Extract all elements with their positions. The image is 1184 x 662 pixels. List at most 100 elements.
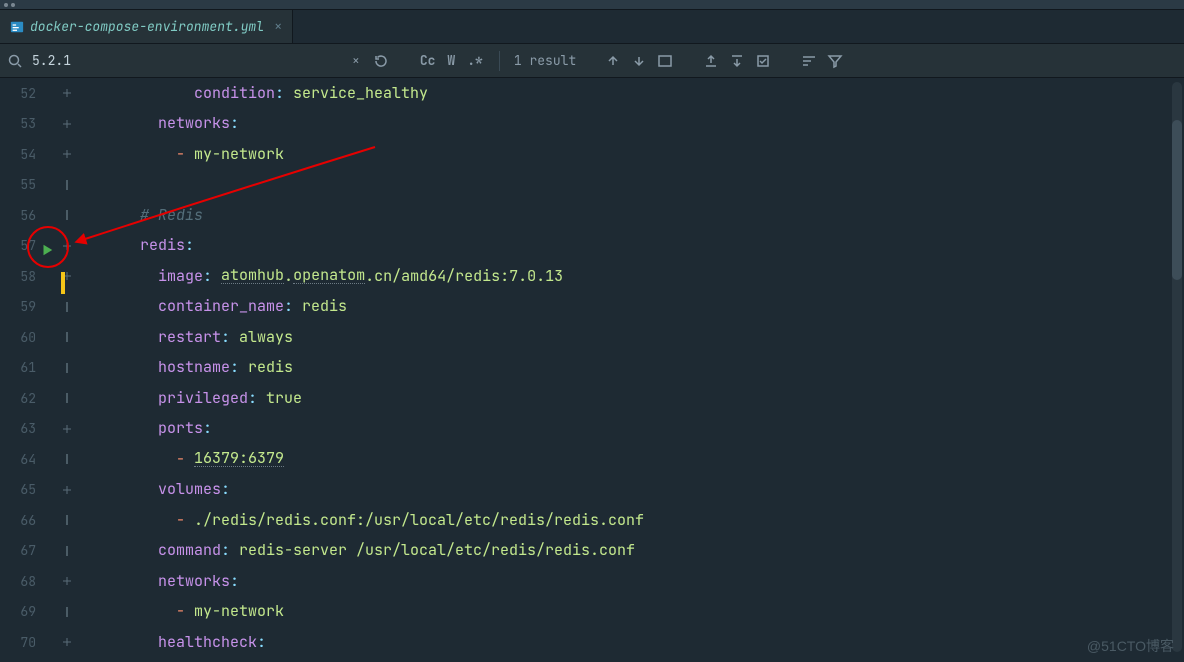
gutter-line: 65 — [0, 475, 92, 506]
code-line[interactable] — [92, 170, 1184, 201]
code-token: networks — [158, 116, 230, 131]
code-line[interactable]: healthcheck: — [92, 627, 1184, 658]
change-marker — [61, 272, 65, 294]
code-token: condition — [194, 86, 275, 101]
line-number: 61 — [12, 359, 36, 376]
find-clear-icon[interactable]: × — [348, 52, 364, 69]
grip-dot — [4, 3, 8, 7]
code-token: redis — [302, 299, 347, 314]
line-number: 64 — [12, 451, 36, 468]
code-token: - — [176, 452, 194, 467]
fold-handle-icon[interactable] — [60, 88, 74, 98]
line-number: 67 — [12, 542, 36, 559]
code-token: image — [158, 269, 203, 284]
code-line[interactable]: ports: — [92, 414, 1184, 445]
line-number: 52 — [12, 85, 36, 102]
line-number: 63 — [12, 420, 36, 437]
gutter-line: 62 — [0, 383, 92, 414]
code-line[interactable]: - 16379:6379 — [92, 444, 1184, 475]
find-select-occurrences-icon[interactable] — [754, 52, 772, 70]
fold-handle-icon[interactable] — [60, 424, 74, 434]
code-line[interactable]: - ./redis/redis.conf:/usr/local/etc/redi… — [92, 505, 1184, 536]
fold-guide[interactable] — [60, 332, 74, 342]
find-settings-icon[interactable] — [800, 52, 818, 70]
line-gutter: 52535455565758596061626364656667686970 — [0, 78, 92, 662]
tab-file[interactable]: docker-compose-environment.yml × — [0, 10, 293, 43]
fold-guide[interactable] — [60, 546, 74, 556]
line-number: 56 — [12, 207, 36, 224]
gutter-line: 56 — [0, 200, 92, 231]
line-number: 57 — [12, 237, 36, 254]
gutter-line: 52 — [0, 78, 92, 109]
line-number: 60 — [12, 329, 36, 346]
code-token: restart — [158, 330, 221, 345]
fold-handle-icon[interactable] — [60, 485, 74, 495]
code-line[interactable]: command: redis-server /usr/local/etc/red… — [92, 536, 1184, 567]
find-prev-icon[interactable] — [604, 52, 622, 70]
code-editor[interactable]: 52535455565758596061626364656667686970 c… — [0, 78, 1184, 662]
gutter-line: 66 — [0, 505, 92, 536]
find-history-icon[interactable] — [372, 52, 390, 70]
code-line[interactable]: privileged: true — [92, 383, 1184, 414]
find-result-count: 1 result — [514, 52, 576, 69]
find-select-all-icon[interactable] — [656, 52, 674, 70]
fold-guide[interactable] — [60, 515, 74, 525]
fold-handle-icon[interactable] — [60, 119, 74, 129]
code-line[interactable]: - my-network — [92, 139, 1184, 170]
fold-guide[interactable] — [60, 607, 74, 617]
fold-guide[interactable] — [60, 363, 74, 373]
code-token: container_name — [158, 299, 284, 314]
code-line[interactable]: hostname: redis — [92, 353, 1184, 384]
tab-filename: docker-compose-environment.yml — [30, 18, 264, 35]
code-line[interactable]: networks: — [92, 566, 1184, 597]
code-token: redis-server /usr/local/etc/redis/redis.… — [239, 543, 635, 558]
fold-guide[interactable] — [60, 454, 74, 464]
code-line[interactable]: condition: service_healthy — [92, 78, 1184, 109]
code-line[interactable]: container_name: redis — [92, 292, 1184, 323]
match-case-button[interactable]: Cc — [418, 52, 438, 69]
whole-word-button[interactable]: W — [445, 52, 457, 69]
code-area[interactable]: condition: service_healthynetworks:- my-… — [92, 78, 1184, 662]
fold-guide[interactable] — [60, 210, 74, 220]
vertical-scrollbar-thumb[interactable] — [1172, 120, 1182, 280]
fold-handle-icon[interactable] — [60, 576, 74, 586]
find-add-selection-icon[interactable] — [702, 52, 720, 70]
code-line[interactable]: volumes: — [92, 475, 1184, 506]
code-line[interactable]: restart: always — [92, 322, 1184, 353]
tab-close-icon[interactable]: × — [274, 18, 282, 36]
fold-handle-icon[interactable] — [60, 637, 74, 647]
code-line[interactable]: networks: — [92, 109, 1184, 140]
code-token: : — [221, 482, 230, 497]
line-number: 55 — [12, 176, 36, 193]
find-filter-icon[interactable] — [826, 52, 844, 70]
code-token: : — [230, 574, 239, 589]
line-number: 65 — [12, 481, 36, 498]
fold-guide[interactable] — [60, 180, 74, 190]
code-token: - — [176, 604, 194, 619]
line-number: 70 — [12, 634, 36, 651]
code-line[interactable]: redis: — [92, 231, 1184, 262]
line-number: 54 — [12, 146, 36, 163]
fold-handle-icon[interactable] — [60, 241, 74, 251]
code-line[interactable]: # Redis — [92, 200, 1184, 231]
code-line[interactable]: image: atomhub.openatom.cn/amd64/redis:7… — [92, 261, 1184, 292]
run-icon[interactable] — [40, 243, 58, 261]
search-icon — [6, 52, 24, 70]
line-number: 69 — [12, 603, 36, 620]
code-token: volumes — [158, 482, 221, 497]
fold-guide[interactable] — [60, 302, 74, 312]
code-token: .cn/amd64/redis:7.0.13 — [365, 269, 563, 284]
fold-handle-icon[interactable] — [60, 149, 74, 159]
code-token: my-network — [194, 147, 284, 162]
find-input[interactable] — [32, 52, 292, 69]
code-token: always — [239, 330, 293, 345]
gutter-line: 55 — [0, 170, 92, 201]
find-remove-selection-icon[interactable] — [728, 52, 746, 70]
line-number: 66 — [12, 512, 36, 529]
fold-guide[interactable] — [60, 393, 74, 403]
code-line[interactable]: - my-network — [92, 597, 1184, 628]
gutter-line: 59 — [0, 292, 92, 323]
window-toolbar — [0, 0, 1184, 10]
find-next-icon[interactable] — [630, 52, 648, 70]
regex-button[interactable]: .* — [465, 52, 485, 69]
